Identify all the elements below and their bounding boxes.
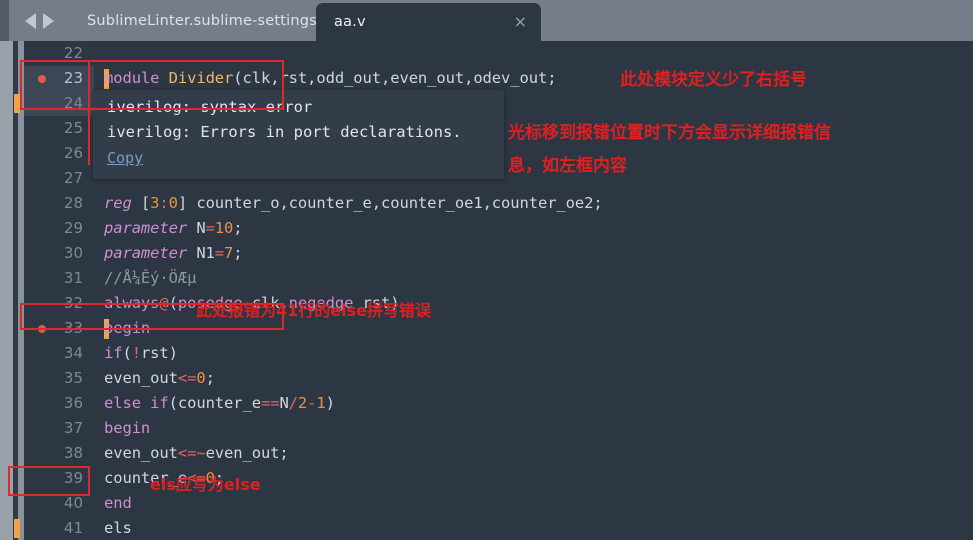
annotation-missing-paren: 此处模块定义少了右括号 [620, 70, 807, 90]
gutter-row: 39 [24, 466, 94, 491]
tab-bar-left-edge [0, 0, 9, 41]
line-number: 26 [63, 144, 83, 162]
code-line-36: else if(counter_e==N/2-1) [94, 391, 973, 416]
code-line-text: reg [3:0] counter_o,counter_e,counter_oe… [104, 194, 603, 212]
tab-bar-empty-space [541, 0, 973, 41]
line-number: 23 [63, 69, 83, 87]
gutter-row: 30 [24, 241, 94, 266]
annotation-hover-tip-line1: 光标移到报错位置时下方会显示详细报错信 [508, 123, 831, 143]
chevron-left-icon[interactable] [24, 12, 36, 29]
gutter-row: 31 [24, 266, 94, 291]
code-line-31: //Å¼Êý·ÖÆµ [94, 266, 973, 291]
chevron-right-icon[interactable] [42, 12, 54, 29]
line-number: 35 [63, 369, 83, 387]
modified-line-marker [14, 94, 20, 113]
code-line-23: module Divider(clk,rst,odd_out,even_out,… [94, 66, 973, 91]
line-number: 36 [63, 394, 83, 412]
code-line-text: begin [104, 319, 151, 337]
gutter-row: 37 [24, 416, 94, 441]
gutter-row: 34 [24, 341, 94, 366]
code-line-30: parameter N1=7; [94, 241, 973, 266]
gutter-row: 22 [24, 41, 94, 66]
copy-link[interactable]: Copy [107, 149, 143, 167]
line-number: 40 [63, 494, 83, 512]
gutter-row: 25 [24, 116, 94, 141]
gutter-row: 23 [24, 66, 94, 91]
tab-label: SublimeLinter.sublime-settings [87, 12, 317, 29]
code-line-34: if(!rst) [94, 341, 973, 366]
line-number: 27 [63, 169, 83, 187]
annotation-else-typo: 此处报错为41行的else拼写错误 [196, 301, 431, 320]
error-message-line-1: iverilog: syntax error [107, 98, 313, 116]
line-number: 30 [63, 244, 83, 262]
code-line-text: end [104, 494, 132, 512]
vertical-scrollbar[interactable] [0, 41, 13, 540]
code-line-37: begin [94, 416, 973, 441]
code-line-text: if(!rst) [104, 344, 178, 362]
code-line-text: parameter N=10; [104, 219, 243, 237]
close-icon[interactable]: × [514, 14, 527, 30]
code-line-text: begin [104, 419, 151, 437]
tab-bar: SublimeLinter.sublime-settings × aa.v × [0, 0, 973, 41]
line-number: 28 [63, 194, 83, 212]
code-line-text: //Å¼Êý·ÖÆµ [104, 269, 197, 287]
gutter-row: 32 [24, 291, 94, 316]
line-number: 22 [63, 44, 83, 62]
line-number: 41 [63, 519, 83, 537]
tab-aa-v[interactable]: aa.v × [316, 3, 541, 41]
line-number: 34 [63, 344, 83, 362]
gutter-row: 40 [24, 491, 94, 516]
error-dot-icon[interactable] [38, 325, 46, 333]
tab-nav-arrows [9, 0, 69, 41]
line-number: 33 [63, 319, 83, 337]
code-line-28: reg [3:0] counter_o,counter_e,counter_oe… [94, 191, 973, 216]
line-number: 38 [63, 444, 83, 462]
error-dot-icon[interactable] [38, 75, 46, 83]
tab-label: aa.v [334, 14, 366, 30]
line-number: 24 [63, 94, 83, 112]
gutter-row: 36 [24, 391, 94, 416]
gutter-row: 41 [24, 516, 94, 540]
code-line-text: even_out<=~even_out; [104, 444, 289, 462]
code-line-35: even_out<=0; [94, 366, 973, 391]
scrollbar-thumb[interactable] [0, 41, 13, 540]
error-message-line-2: iverilog: Errors in port declarations. [107, 123, 462, 141]
code-line-text: parameter N1=7; [104, 244, 243, 262]
gutter-row: 26 [24, 141, 94, 166]
code-line-41: els [94, 516, 973, 540]
gutter-row: 33 [24, 316, 94, 341]
line-number: 31 [63, 269, 83, 287]
gutter-row: 24 [24, 91, 94, 116]
modified-line-marker [14, 519, 20, 538]
gutter-row: 35 [24, 366, 94, 391]
line-number: 37 [63, 419, 83, 437]
gutter-row: 38 [24, 441, 94, 466]
code-line-text: else if(counter_e==N/2-1) [104, 394, 335, 412]
code-line-text: module Divider(clk,rst,odd_out,even_out,… [104, 69, 557, 87]
annotation-els-should-be-else: els应写为else [150, 475, 261, 494]
code-line-38: even_out<=~even_out; [94, 441, 973, 466]
annotation-hover-tip-line2: 息，如左框内容 [508, 156, 627, 176]
code-line-29: parameter N=10; [94, 216, 973, 241]
gutter-row: 28 [24, 191, 94, 216]
line-number: 29 [63, 219, 83, 237]
line-number: 25 [63, 119, 83, 137]
code-line-text: els [104, 519, 132, 537]
gutter-row: 27 [24, 166, 94, 191]
gutter-row: 29 [24, 216, 94, 241]
line-number: 32 [63, 294, 83, 312]
tab-sublimelinter-settings[interactable]: SublimeLinter.sublime-settings × [69, 0, 330, 41]
line-number: 39 [63, 469, 83, 487]
gutter: 22 23 24 25 26 27 28 29 30 31 32 33 34 3… [24, 41, 94, 540]
error-tooltip-popup[interactable]: iverilog: syntax error iverilog: Errors … [93, 90, 504, 179]
code-editor[interactable]: 22 23 24 25 26 27 28 29 30 31 32 33 34 3… [0, 41, 973, 540]
code-line-text: even_out<=0; [104, 369, 215, 387]
